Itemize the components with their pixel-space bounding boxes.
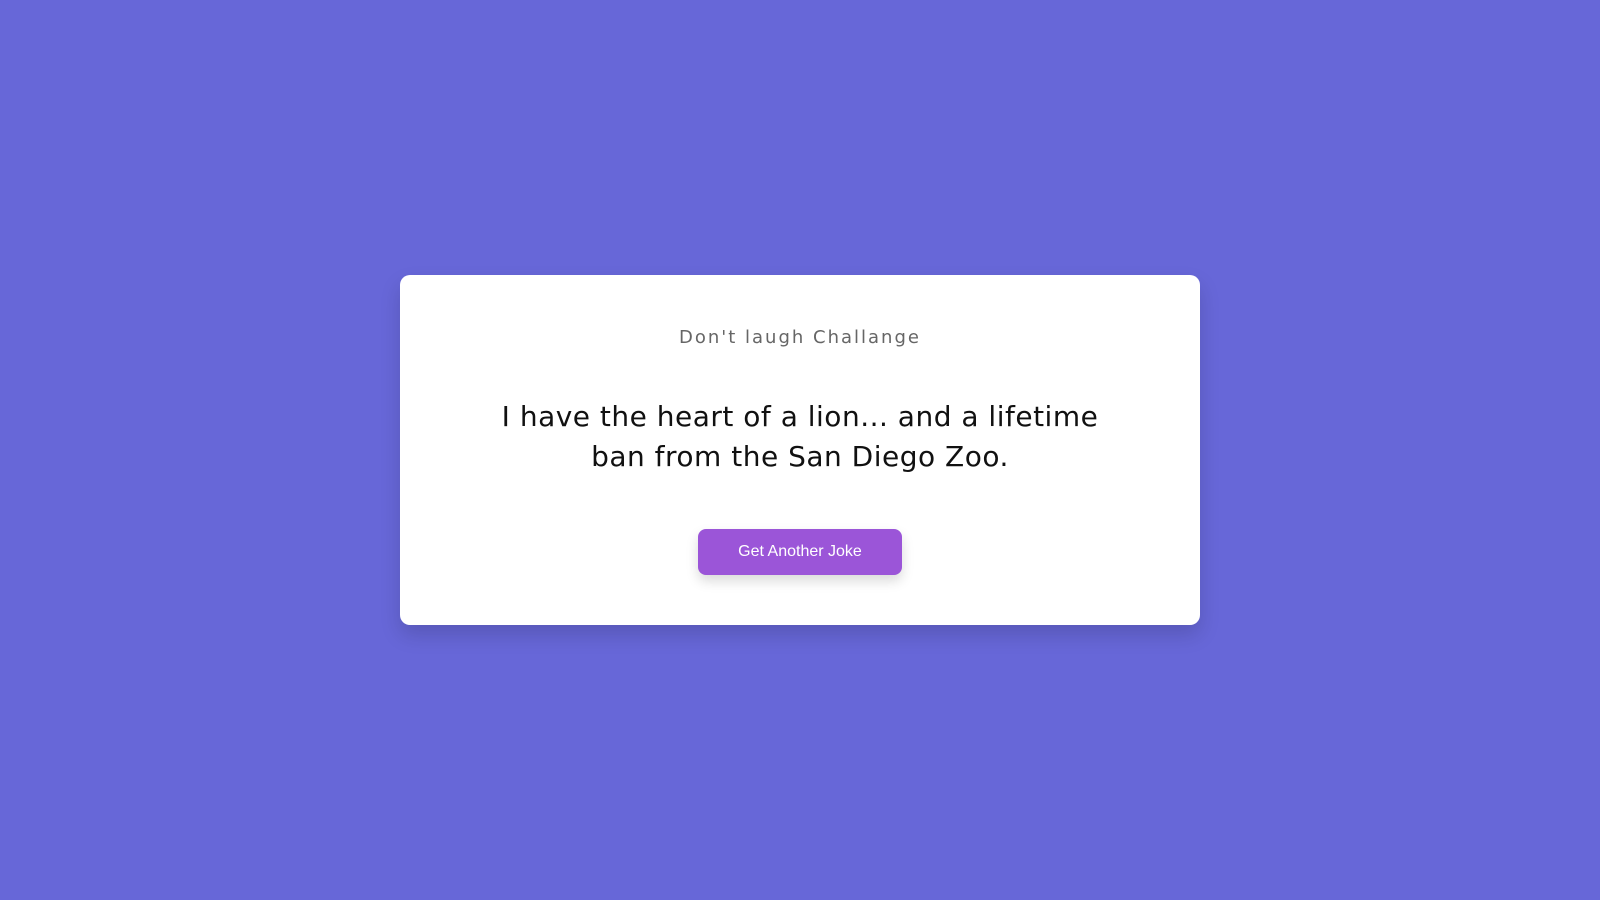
card-title: Don't laugh Challange: [679, 327, 921, 348]
get-another-joke-button[interactable]: Get Another Joke: [698, 529, 902, 575]
joke-text: I have the heart of a lion... and a life…: [501, 400, 1099, 473]
joke-card: Don't laugh Challange I have the heart o…: [400, 275, 1200, 625]
